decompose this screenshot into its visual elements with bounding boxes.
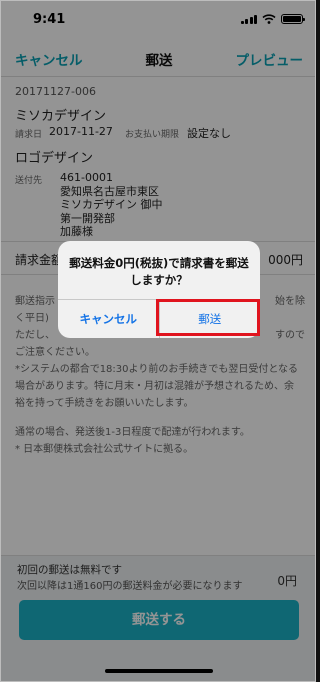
dialog-cancel-button[interactable]: キャンセル (58, 300, 160, 338)
highlight-box (156, 299, 260, 336)
phone-screen: 9:41 キャンセル 郵送 プレビュー 20171127-006 ミソカデザイン… (0, 0, 316, 682)
dialog-message: 郵送料金0円(税抜)で請求書を郵送しますか？ (69, 256, 249, 287)
dim-overlay (1, 1, 315, 681)
